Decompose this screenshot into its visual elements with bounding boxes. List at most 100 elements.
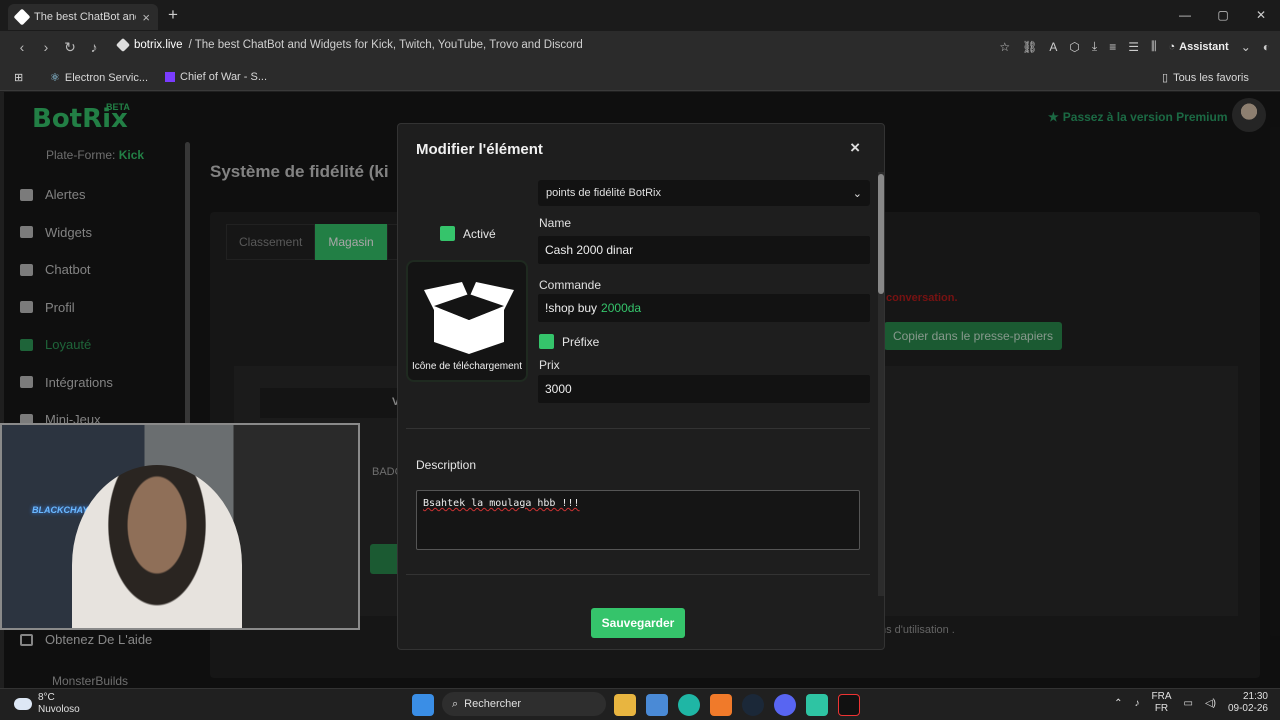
lang-bottom: FR [1154, 703, 1169, 714]
save-button[interactable]: Sauvegarder [591, 608, 685, 638]
link-icon[interactable]: ⛓ [1022, 40, 1037, 54]
minimize-button[interactable]: — [1166, 0, 1204, 30]
assistant-icon: ◔ [1168, 40, 1176, 53]
search-icon: ⌕ [452, 697, 459, 710]
bookmarks-bar: ⊞ ⚛ Electron Servic... Chief of War - S.… [0, 63, 1280, 91]
discord-icon[interactable] [774, 694, 796, 716]
command-suffix: 2000da [601, 301, 642, 315]
assistant-button[interactable]: ◔ Assistant [1169, 41, 1229, 53]
audio-icon[interactable]: ⫼ [1151, 39, 1157, 54]
browser-tabbar: The best ChatBot and W × + — ▢ ✕ [0, 0, 1280, 31]
app-icon[interactable] [710, 694, 732, 716]
command-field[interactable]: !shop buy 2000da [538, 294, 870, 322]
url-path: / The best ChatBot and Widgets for Kick,… [188, 39, 583, 51]
name-field[interactable]: Cash 2000 dinar [538, 236, 870, 264]
close-icon[interactable]: × [850, 138, 860, 158]
mic-icon[interactable]: ♪ [82, 39, 106, 55]
prefix-label: Préfixe [562, 334, 600, 349]
prefix-checkbox[interactable] [539, 334, 554, 349]
forward-icon[interactable]: › [34, 39, 58, 55]
file-explorer-icon[interactable] [614, 694, 636, 716]
mic-icon[interactable]: ♪ [1134, 698, 1139, 709]
network-icon[interactable]: ▭ [1183, 698, 1192, 709]
description-textarea[interactable]: Bsahtek la moulaga hbb !!! [416, 490, 860, 550]
url-field[interactable]: botrix.live / The best ChatBot and Widge… [115, 37, 583, 53]
star-icon[interactable]: ☆ [999, 40, 1010, 54]
reload-icon[interactable]: ↻ [58, 39, 82, 56]
lang-top: FRA [1151, 691, 1172, 702]
system-tray: ⌃ ♪ FRA FR ▭ ◁) 21:30 09-02-26 [1114, 691, 1268, 715]
edge-icon[interactable] [678, 694, 700, 716]
profile-icon[interactable]: ◐ [1263, 40, 1270, 54]
tiktok-icon[interactable] [838, 694, 860, 716]
chevron-up-icon[interactable]: ⌃ [1114, 698, 1122, 709]
active-label: Activé [463, 226, 496, 241]
divider [406, 428, 870, 429]
app-icon[interactable] [806, 694, 828, 716]
prefix-toggle[interactable]: Préfixe [539, 334, 599, 349]
description-label: Description [416, 458, 477, 472]
taskbar-apps [412, 694, 434, 716]
volume-icon[interactable]: ◁) [1205, 698, 1216, 709]
modal-title: Modifier l'élément [416, 141, 543, 158]
cloud-icon [14, 698, 32, 710]
collections-icon[interactable]: ≡ [1109, 40, 1116, 54]
tab-title: The best ChatBot and W [34, 11, 136, 23]
favorites-label: Tous les favoris [1173, 71, 1249, 84]
chevron-down-icon[interactable]: ⌄ [1241, 40, 1251, 54]
currency-select[interactable]: points de fidélité BotRix ⌄ [538, 180, 870, 206]
currency-select-value: points de fidélité BotRix [546, 187, 661, 199]
download-icon[interactable]: ⤓ [1092, 39, 1097, 54]
apps-icon[interactable]: ⊞ [14, 71, 23, 84]
modal-body: points de fidélité BotRix ⌄ Activé Icône… [398, 172, 876, 596]
windows-taskbar: 8°C Nuvoloso ⌕ Rechercher ⌃ ♪ FRA FR ▭ ◁… [0, 688, 1280, 720]
translate-icon[interactable]: A [1049, 40, 1057, 54]
time: 21:30 [1242, 691, 1268, 702]
price-value: 3000 [545, 382, 572, 396]
weather-condition: Nuvoloso [38, 704, 80, 715]
weather-widget[interactable]: 8°C Nuvoloso [14, 692, 80, 716]
bookmark-electron[interactable]: ⚛ Electron Servic... [50, 71, 149, 85]
bookmark-label: Electron Servic... [64, 71, 149, 84]
extensions-icon[interactable]: ⬡ [1069, 40, 1079, 54]
windows-start-icon[interactable] [412, 694, 434, 716]
botrix-favicon-icon [13, 8, 31, 26]
command-label: Commande [539, 278, 602, 292]
new-tab-button[interactable]: + [168, 5, 178, 25]
modal-scrollbar[interactable] [878, 172, 884, 596]
url-domain: botrix.live [134, 39, 183, 51]
site-info-icon[interactable] [115, 37, 131, 53]
upload-icon-box[interactable]: Icône de téléchargement [406, 260, 528, 382]
scrollbar-thumb[interactable] [878, 174, 884, 294]
menu-icon[interactable]: ☰ [1128, 40, 1139, 54]
steam-icon[interactable] [742, 694, 764, 716]
chief-of-war-icon [165, 72, 175, 82]
active-checkbox[interactable] [440, 226, 455, 241]
language-indicator[interactable]: FRA FR [1151, 691, 1171, 715]
upload-icon-label: Icône de téléchargement [411, 361, 523, 372]
all-favorites[interactable]: ▯ Tous les favoris [1162, 71, 1249, 85]
taskbar-search[interactable]: ⌕ Rechercher [442, 692, 606, 716]
price-field[interactable]: 3000 [538, 375, 870, 403]
window-close-button[interactable]: ✕ [1242, 0, 1280, 30]
edit-item-modal: Modifier l'élément × points de fidélité … [397, 123, 885, 650]
price-label: Prix [539, 358, 560, 372]
bookmark-chief-of-war[interactable]: Chief of War - S... [165, 71, 267, 83]
tab-close-icon[interactable]: × [142, 10, 150, 25]
clock[interactable]: 21:30 09-02-26 [1228, 691, 1268, 715]
divider [406, 574, 870, 575]
browser-tab[interactable]: The best ChatBot and W × [8, 4, 158, 30]
maximize-button[interactable]: ▢ [1204, 0, 1242, 30]
assistant-label: Assistant [1179, 40, 1229, 53]
taskbar-pinned [614, 694, 860, 716]
temperature: 8°C [38, 692, 55, 703]
date: 09-02-26 [1227, 703, 1268, 714]
window-controls: — ▢ ✕ [1166, 0, 1280, 30]
store-icon[interactable] [646, 694, 668, 716]
bookmark-label: Chief of War - S... [180, 71, 268, 83]
name-label: Name [539, 216, 572, 230]
back-icon[interactable]: ‹ [10, 39, 34, 55]
name-value: Cash 2000 dinar [545, 243, 634, 257]
folder-icon: ▯ [1162, 72, 1169, 84]
active-toggle[interactable]: Activé [440, 226, 496, 241]
